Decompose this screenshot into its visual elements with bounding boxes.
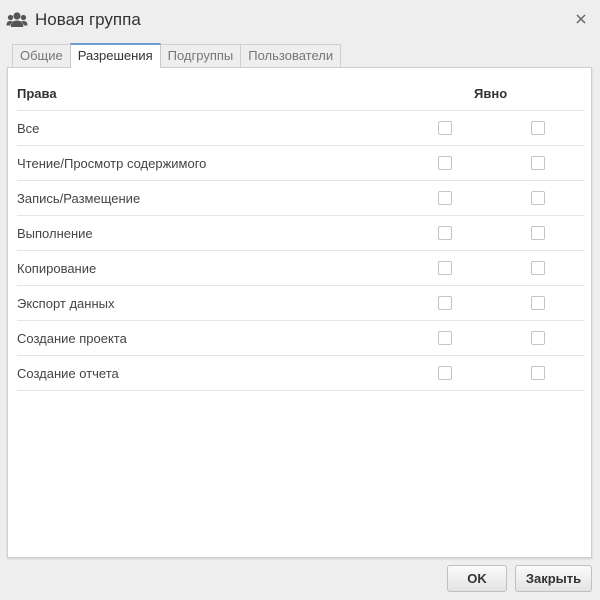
explicit-checkbox[interactable]: [531, 261, 545, 275]
permission-label: Все: [17, 121, 40, 136]
ok-button[interactable]: OK: [447, 565, 507, 592]
explicit-checkbox[interactable]: [531, 156, 545, 170]
permission-label: Копирование: [17, 261, 97, 276]
tab-bar: Общие Разрешения Подгруппы Пользователи: [12, 43, 342, 68]
new-group-dialog: Новая группа Общие Разрешения Подгруппы …: [0, 0, 600, 600]
close-icon[interactable]: [574, 12, 588, 26]
tab-general[interactable]: Общие: [12, 44, 71, 68]
table-row: Выполнение: [17, 216, 584, 251]
tab-permissions[interactable]: Разрешения: [69, 43, 161, 68]
permissions-panel: Права Явно Все Чтение/Просмотр содержимо…: [7, 67, 592, 558]
table-row: Чтение/Просмотр содержимого: [17, 146, 584, 181]
permission-label: Создание отчета: [17, 366, 119, 381]
tab-users[interactable]: Пользователи: [240, 44, 342, 68]
permission-label: Выполнение: [17, 226, 93, 241]
table-row: Запись/Размещение: [17, 181, 584, 216]
column-header-explicit: Явно: [474, 86, 508, 101]
permission-label: Чтение/Просмотр содержимого: [17, 156, 207, 171]
permission-label: Экспорт данных: [17, 296, 115, 311]
explicit-checkbox[interactable]: [531, 296, 545, 310]
table-row: Копирование: [17, 251, 584, 286]
permission-checkbox[interactable]: [438, 121, 452, 135]
title-bar: Новая группа: [0, 0, 600, 40]
permission-checkbox[interactable]: [438, 191, 452, 205]
table-row: Создание отчета: [17, 356, 584, 391]
permission-checkbox[interactable]: [438, 226, 452, 240]
dialog-title: Новая группа: [35, 10, 141, 29]
explicit-checkbox[interactable]: [531, 366, 545, 380]
table-row: Все: [17, 111, 584, 146]
permission-checkbox[interactable]: [438, 156, 452, 170]
explicit-checkbox[interactable]: [531, 226, 545, 240]
permission-checkbox[interactable]: [438, 296, 452, 310]
explicit-checkbox[interactable]: [531, 121, 545, 135]
permission-checkbox[interactable]: [438, 331, 452, 345]
column-header-rights: Права: [17, 86, 57, 101]
explicit-checkbox[interactable]: [531, 331, 545, 345]
explicit-checkbox[interactable]: [531, 191, 545, 205]
permission-label: Запись/Размещение: [17, 191, 141, 206]
close-button[interactable]: Закрыть: [515, 565, 592, 592]
permission-label: Создание проекта: [17, 331, 127, 346]
table-row: Экспорт данных: [17, 286, 584, 321]
table-header: Права Явно: [17, 76, 584, 111]
tab-subgroups[interactable]: Подгруппы: [159, 44, 242, 68]
permission-checkbox[interactable]: [438, 261, 452, 275]
table-row: Создание проекта: [17, 321, 584, 356]
permissions-table: Права Явно Все Чтение/Просмотр содержимо…: [17, 76, 584, 391]
group-users-icon: [6, 10, 28, 30]
permission-checkbox[interactable]: [438, 366, 452, 380]
